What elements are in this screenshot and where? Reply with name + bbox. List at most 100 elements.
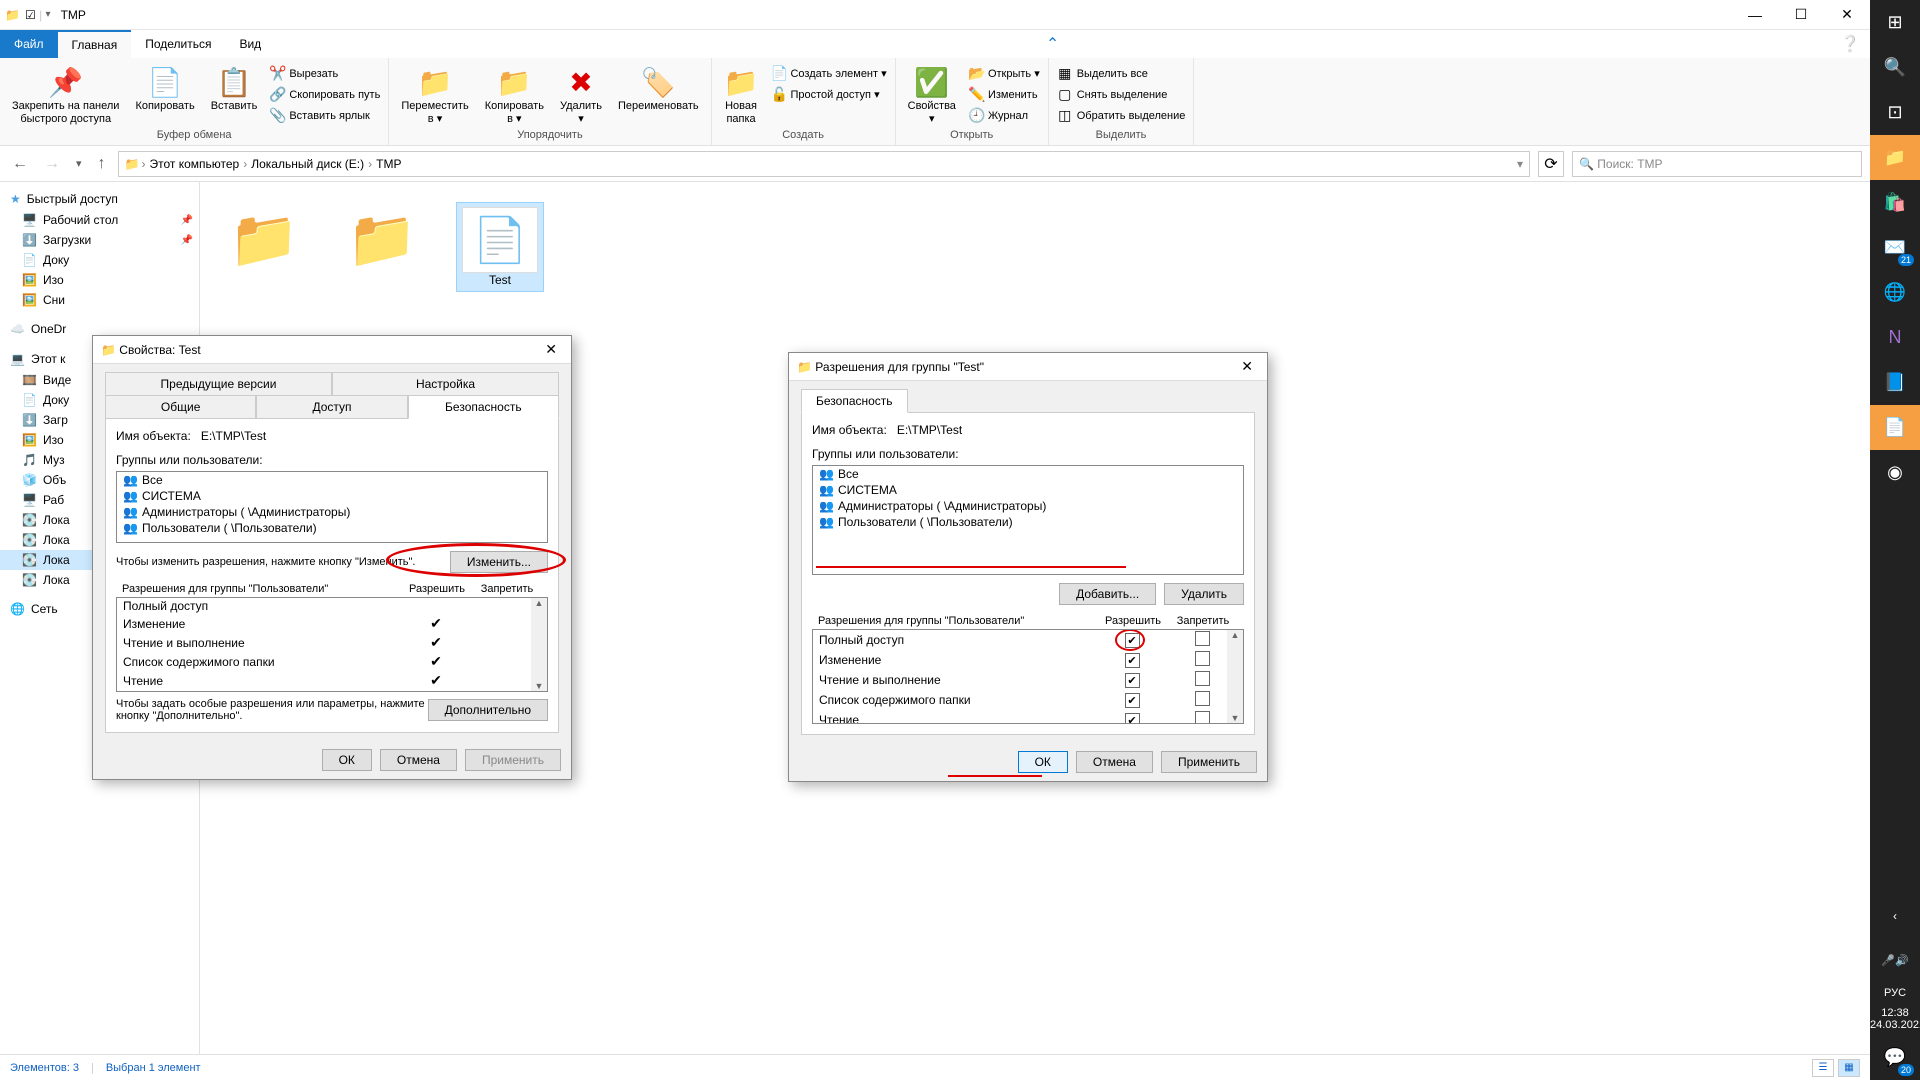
sidebar-item-pictures[interactable]: 🖼️Изо (0, 270, 199, 290)
easyaccess-button[interactable]: 🔓Простой доступ ▾ (770, 85, 886, 104)
sidebar-item-desktop[interactable]: 🖥️Рабочий стол📌 (0, 210, 199, 230)
recent-button[interactable]: ▾ (72, 155, 86, 172)
tab-file[interactable]: Файл (0, 30, 58, 58)
close-button[interactable]: ✕ (539, 341, 563, 358)
moveto-button[interactable]: 📁Переместить в ▾ (397, 64, 472, 128)
add-button[interactable]: Добавить... (1059, 583, 1156, 605)
copy-button[interactable]: 📄Копировать (131, 64, 198, 115)
tab-sharing[interactable]: Доступ (256, 395, 407, 419)
taskbar-edge[interactable]: 🌐 (1870, 270, 1920, 315)
copypath-button[interactable]: 🔗Скопировать путь (269, 85, 380, 104)
delete-button[interactable]: ✖Удалить ▾ (556, 64, 606, 128)
crumb-dropdown-icon[interactable]: ▾ (1517, 157, 1523, 171)
up-button[interactable]: ↑ (94, 153, 110, 175)
cancel-button[interactable]: Отмена (1076, 751, 1153, 773)
properties-button[interactable]: ✅Свойства ▾ (904, 64, 960, 128)
tab-security[interactable]: Безопасность (408, 395, 559, 419)
tab-prevversions[interactable]: Предыдущие версии (105, 372, 332, 396)
breadcrumb-bar[interactable]: 📁 › Этот компьютер› Локальный диск (E:)›… (118, 151, 1530, 177)
allow-checkbox[interactable]: ✔ (1125, 633, 1140, 648)
deny-checkbox[interactable] (1195, 631, 1210, 646)
minimize-button[interactable]: — (1732, 0, 1778, 30)
crumb-0[interactable]: Этот компьютер (147, 157, 241, 171)
cancel-button[interactable]: Отмена (380, 749, 457, 771)
search-icon[interactable]: 🔍 (1870, 45, 1920, 90)
deny-checkbox[interactable] (1195, 711, 1210, 724)
crumb-2[interactable]: TMP (374, 157, 403, 171)
view-details[interactable]: ☰ (1812, 1059, 1834, 1077)
copyto-button[interactable]: 📁Копировать в ▾ (481, 64, 548, 128)
allow-checkbox[interactable]: ✔ (1125, 713, 1140, 725)
allow-checkbox[interactable]: ✔ (1125, 653, 1140, 668)
close-button[interactable]: ✕ (1824, 0, 1870, 30)
tray-expand-icon[interactable]: ‹ (1870, 893, 1920, 938)
deny-checkbox[interactable] (1195, 671, 1210, 686)
sidebar-item-downloads[interactable]: ⬇️Загрузки📌 (0, 230, 199, 250)
taskbar-doc[interactable]: 📄 (1870, 405, 1920, 450)
deny-checkbox[interactable] (1195, 651, 1210, 666)
help-icon[interactable]: ❔ (1840, 30, 1860, 58)
dialog-titlebar[interactable]: 📁 Свойства: Test ✕ (93, 336, 571, 364)
selectall-button[interactable]: ▦Выделить все (1057, 64, 1186, 83)
newitem-button[interactable]: 📄Создать элемент ▾ (770, 64, 886, 83)
taskbar-steam[interactable]: ◉ (1870, 450, 1920, 495)
back-button[interactable]: ← (8, 153, 32, 175)
language-indicator[interactable]: РУС (1870, 983, 1920, 1003)
apply-button[interactable]: Применить (1161, 751, 1257, 773)
folder-item-2[interactable]: 📁 (338, 202, 426, 290)
cut-button[interactable]: ✂️Вырезать (269, 64, 380, 83)
sidebar-item-documents[interactable]: 📄Доку (0, 250, 199, 270)
titlebar[interactable]: 📁 ☑ | ▾ TMP — ☐ ✕ (0, 0, 1870, 30)
apply-button[interactable]: Применить (465, 749, 561, 771)
deny-checkbox[interactable] (1195, 691, 1210, 706)
search-input[interactable]: 🔍 Поиск: TMP (1572, 151, 1862, 177)
allow-checkbox[interactable]: ✔ (1125, 673, 1140, 688)
tab-general[interactable]: Общие (105, 395, 256, 419)
folder-item-test[interactable]: 📄Test (456, 202, 544, 292)
tab-view[interactable]: Вид (225, 30, 275, 58)
taskbar-onenote[interactable]: N (1870, 315, 1920, 360)
taskbar-explorer[interactable]: 📁 (1870, 135, 1920, 180)
invertsel-button[interactable]: ◫Обратить выделение (1057, 106, 1186, 125)
rename-button[interactable]: 🏷️Переименовать (614, 64, 703, 115)
taskbar-mail[interactable]: ✉️21 (1870, 225, 1920, 270)
tab-home[interactable]: Главная (58, 30, 132, 58)
newfolder-button[interactable]: 📁Новая папка (720, 64, 763, 128)
paste-shortcut-button[interactable]: 📎Вставить ярлык (269, 106, 380, 125)
allow-checkbox[interactable]: ✔ (1125, 693, 1140, 708)
edit-button[interactable]: ✏️Изменить (968, 85, 1040, 104)
clock[interactable]: 12:38 24.03.2021 (1870, 1003, 1920, 1035)
ribbon-collapse-icon[interactable]: ⌃ (1046, 30, 1059, 58)
quickaccess-header[interactable]: ★Быстрый доступ (0, 188, 199, 210)
groups-list[interactable]: 👥Все 👥СИСТЕМА 👥Администраторы ( \Админис… (116, 471, 548, 543)
maximize-button[interactable]: ☐ (1778, 0, 1824, 30)
close-button[interactable]: ✕ (1235, 358, 1259, 375)
taskbar-app1[interactable]: 📘 (1870, 360, 1920, 405)
refresh-button[interactable]: ⟳ (1538, 151, 1564, 177)
start-button[interactable]: ⊞ (1870, 0, 1920, 45)
groups-list[interactable]: 👥Все 👥СИСТЕМА 👥Администраторы ( \Админис… (812, 465, 1244, 575)
crumb-1[interactable]: Локальный диск (E:) (249, 157, 366, 171)
tab-security[interactable]: Безопасность (801, 389, 908, 413)
selectnone-button[interactable]: ▢Снять выделение (1057, 85, 1186, 104)
tray-icons[interactable]: 🎤🔊 (1870, 938, 1920, 983)
remove-button[interactable]: Удалить (1164, 583, 1244, 605)
taskview-icon[interactable]: ⊡ (1870, 90, 1920, 135)
ok-button[interactable]: ОК (322, 749, 372, 771)
dialog-titlebar[interactable]: 📁 Разрешения для группы "Test" ✕ (789, 353, 1267, 381)
taskbar-store[interactable]: 🛍️ (1870, 180, 1920, 225)
history-button[interactable]: 🕘Журнал (968, 106, 1040, 125)
open-button[interactable]: 📂Открыть ▾ (968, 64, 1040, 83)
sidebar-item-snips[interactable]: 🖼️Сни (0, 290, 199, 310)
view-icons[interactable]: ▦ (1838, 1059, 1860, 1077)
edit-permissions-button[interactable]: Изменить... (450, 551, 548, 573)
pin-quickaccess-button[interactable]: 📌Закрепить на панели быстрого доступа (8, 64, 123, 128)
qat-check[interactable]: ☑ (25, 8, 36, 22)
folder-item-1[interactable]: 📁 (220, 202, 308, 290)
tab-share[interactable]: Поделиться (131, 30, 225, 58)
forward-button[interactable]: → (40, 153, 64, 175)
ok-button[interactable]: ОК (1018, 751, 1068, 773)
tab-customize[interactable]: Настройка (332, 372, 559, 396)
paste-button[interactable]: 📋Вставить (207, 64, 262, 115)
advanced-button[interactable]: Дополнительно (428, 699, 548, 721)
